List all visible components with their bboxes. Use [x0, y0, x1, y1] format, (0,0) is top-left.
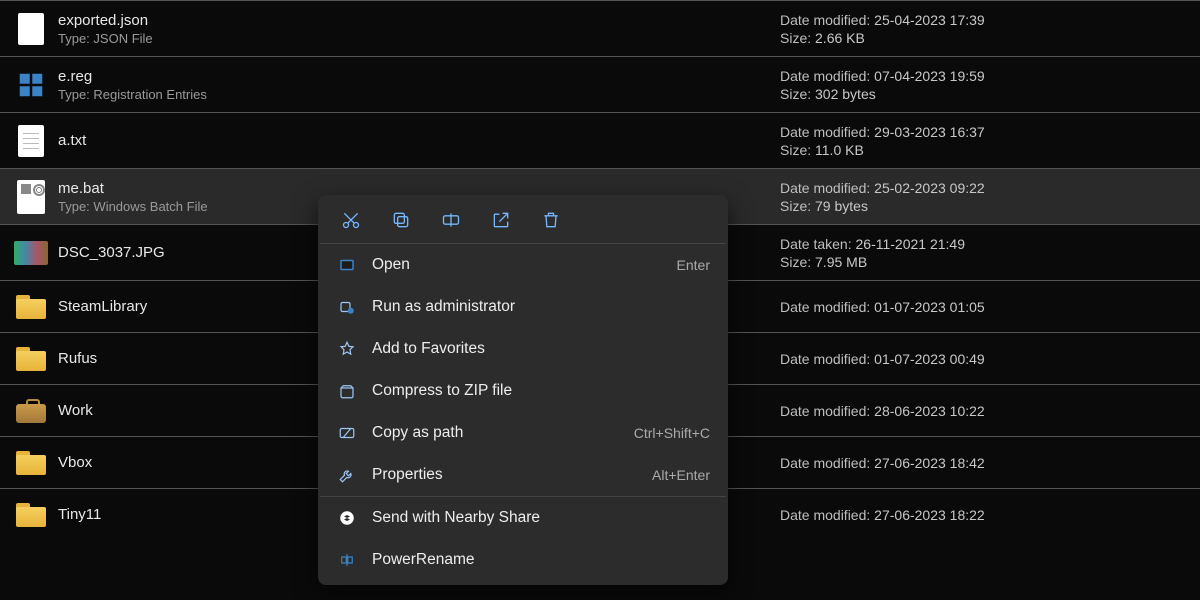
- context-menu-toolbar: [318, 195, 728, 243]
- file-icon: [14, 12, 48, 46]
- file-meta: Date modified: 27-06-2023 18:22: [780, 507, 1190, 523]
- menu-item-run-as-administrator[interactable]: Run as administrator: [318, 286, 728, 328]
- file-meta: Date modified: 01-07-2023 00:49: [780, 351, 1190, 367]
- file-name: e.reg: [58, 68, 780, 85]
- file-date: Date modified: 27-06-2023 18:22: [780, 507, 1190, 523]
- file-icon: [14, 180, 48, 214]
- menu-item-label: Compress to ZIP file: [372, 382, 710, 400]
- file-size: Size: 11.0 KB: [780, 142, 1190, 158]
- file-meta: Date modified: 01-07-2023 01:05: [780, 299, 1190, 315]
- zip-icon: [336, 380, 358, 402]
- file-icon: [14, 124, 48, 158]
- file-date: Date modified: 29-03-2023 16:37: [780, 124, 1190, 140]
- menu-item-label: Open: [372, 256, 677, 274]
- share-icon[interactable]: [490, 209, 512, 231]
- file-type: Type: JSON File: [58, 31, 780, 46]
- file-meta: Date taken: 26-11-2021 21:49 Size: 7.95 M…: [780, 236, 1190, 270]
- menu-item-copy-as-path[interactable]: Copy as pathCtrl+Shift+C: [318, 412, 728, 454]
- admin-icon: [336, 296, 358, 318]
- delete-icon[interactable]: [540, 209, 562, 231]
- file-meta: Date modified: 27-06-2023 18:42: [780, 455, 1190, 471]
- file-icon: [14, 342, 48, 376]
- menu-item-open[interactable]: OpenEnter: [318, 244, 728, 286]
- context-menu: OpenEnter Run as administrator Add to Favo…: [318, 195, 728, 585]
- file-date: Date modified: 28-06-2023 10:22: [780, 403, 1190, 419]
- path-icon: [336, 422, 358, 444]
- file-row[interactable]: a.txtDate modified: 29-03-2023 16:37 Size…: [0, 112, 1200, 168]
- file-size: Size: 2.66 KB: [780, 30, 1190, 46]
- file-size: Size: 302 bytes: [780, 86, 1190, 102]
- menu-item-shortcut: Ctrl+Shift+C: [634, 425, 710, 441]
- file-name: a.txt: [58, 132, 780, 149]
- file-icon: [14, 68, 48, 102]
- menu-item-add-to-favorites[interactable]: Add to Favorites: [318, 328, 728, 370]
- file-meta: Date modified: 25-02-2023 09:22 Size: 79 …: [780, 180, 1190, 214]
- file-date: Date modified: 01-07-2023 01:05: [780, 299, 1190, 315]
- menu-item-compress-to-zip-file[interactable]: Compress to ZIP file: [318, 370, 728, 412]
- file-icon: [14, 236, 48, 270]
- file-date: Date modified: 01-07-2023 00:49: [780, 351, 1190, 367]
- star-icon: [336, 338, 358, 360]
- file-name: exported.json: [58, 12, 780, 29]
- file-date: Date modified: 25-02-2023 09:22: [780, 180, 1190, 196]
- menu-item-properties[interactable]: PropertiesAlt+Enter: [318, 454, 728, 496]
- file-date: Date modified: 27-06-2023 18:42: [780, 455, 1190, 471]
- file-meta: Date modified: 28-06-2023 10:22: [780, 403, 1190, 419]
- menu-item-label: Add to Favorites: [372, 340, 710, 358]
- file-name-column: exported.json Type: JSON File: [58, 12, 780, 46]
- menu-item-label: Send with Nearby Share: [372, 509, 710, 527]
- menu-item-send-with-nearby-share[interactable]: Send with Nearby Share: [318, 497, 728, 539]
- menu-item-label: Copy as path: [372, 424, 634, 442]
- file-meta: Date modified: 07-04-2023 19:59 Size: 302…: [780, 68, 1190, 102]
- file-name: me.bat: [58, 180, 780, 197]
- file-size: Size: 7.95 MB: [780, 254, 1190, 270]
- file-row[interactable]: e.reg Type: Registration EntriesDate modi…: [0, 56, 1200, 112]
- open-icon: [336, 254, 358, 276]
- file-name-column: a.txt: [58, 132, 780, 149]
- wrench-icon: [336, 464, 358, 486]
- menu-item-powerrename[interactable]: PowerRename: [318, 539, 728, 581]
- file-name-column: e.reg Type: Registration Entries: [58, 68, 780, 102]
- file-type: Type: Registration Entries: [58, 87, 780, 102]
- menu-item-shortcut: Alt+Enter: [652, 467, 710, 483]
- menu-item-shortcut: Enter: [677, 257, 710, 273]
- file-icon: [14, 446, 48, 480]
- file-date: Date modified: 07-04-2023 19:59: [780, 68, 1190, 84]
- file-date: Date taken: 26-11-2021 21:49: [780, 236, 1190, 252]
- nearby-icon: [336, 507, 358, 529]
- file-meta: Date modified: 25-04-2023 17:39 Size: 2.6…: [780, 12, 1190, 46]
- cut-icon[interactable]: [340, 209, 362, 231]
- file-meta: Date modified: 29-03-2023 16:37 Size: 11.…: [780, 124, 1190, 158]
- rename-icon[interactable]: [440, 209, 462, 231]
- file-date: Date modified: 25-04-2023 17:39: [780, 12, 1190, 28]
- copy-icon[interactable]: [390, 209, 412, 231]
- file-size: Size: 79 bytes: [780, 198, 1190, 214]
- file-icon: [14, 290, 48, 324]
- menu-item-label: Properties: [372, 466, 652, 484]
- file-icon: [14, 394, 48, 428]
- file-row[interactable]: exported.json Type: JSON FileDate modifie…: [0, 0, 1200, 56]
- powerrename-icon: [336, 549, 358, 571]
- menu-item-label: PowerRename: [372, 551, 710, 569]
- file-icon: [14, 498, 48, 532]
- menu-item-label: Run as administrator: [372, 298, 710, 316]
